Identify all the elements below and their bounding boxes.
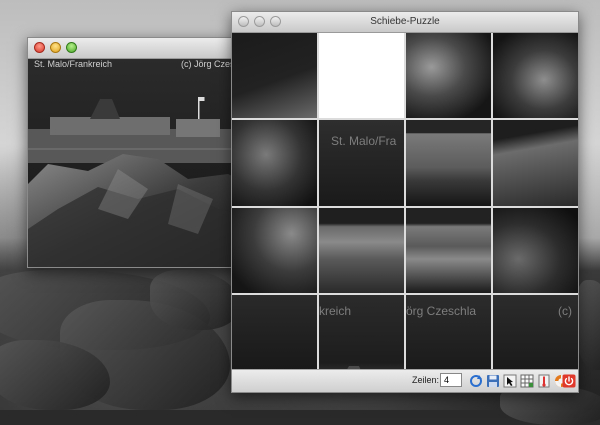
cursor-icon	[503, 374, 517, 387]
photo-caption-location: St. Malo/Frankreich	[34, 59, 113, 69]
tile-text: kreich	[319, 303, 352, 318]
puzzle-toolbar: Zeilen:	[232, 369, 578, 392]
save-icon	[487, 374, 499, 387]
save-button[interactable]	[485, 372, 501, 389]
select-tool-button[interactable]	[502, 372, 518, 389]
puzzle-tile[interactable]	[232, 33, 317, 119]
photo-window-titlebar[interactable]	[28, 38, 259, 59]
puzzle-tile[interactable]	[406, 207, 491, 293]
power-icon	[562, 374, 576, 387]
minimize-button[interactable]	[254, 16, 265, 27]
photo-image: St. Malo/Frankreich (c) Jörg Czeschla	[28, 59, 259, 267]
power-button[interactable]	[561, 372, 577, 389]
sliding-puzzle-window[interactable]: Schiebe-Puzzle St. Malo/Fra kreich örg C…	[231, 11, 579, 393]
puzzle-tile[interactable]	[493, 120, 578, 206]
zoom-button[interactable]	[270, 16, 281, 27]
puzzle-tile[interactable]: St. Malo/Fra	[319, 120, 404, 206]
puzzle-window-titlebar[interactable]: Schiebe-Puzzle	[232, 12, 578, 33]
shuffle-button[interactable]	[468, 372, 484, 389]
puzzle-tile[interactable]	[232, 207, 317, 293]
puzzle-tile[interactable]	[406, 33, 491, 119]
puzzle-tile[interactable]	[232, 294, 317, 380]
tile-text: (c)	[558, 303, 572, 318]
tile-text: St. Malo/Fra	[331, 134, 397, 149]
puzzle-tile[interactable]	[232, 120, 317, 206]
minimize-button[interactable]	[50, 42, 61, 53]
shuffle-icon	[470, 374, 482, 387]
close-button[interactable]	[34, 42, 45, 53]
puzzle-grid: St. Malo/Fra kreich örg Czeschla (c)	[232, 33, 578, 380]
puzzle-tile[interactable]	[319, 207, 404, 293]
grid-button[interactable]	[519, 372, 535, 389]
thermometer-icon	[538, 374, 550, 387]
puzzle-tile[interactable]	[493, 33, 578, 119]
puzzle-tile[interactable]	[406, 120, 491, 206]
puzzle-tile[interactable]: (c)	[493, 294, 578, 380]
close-button[interactable]	[238, 16, 249, 27]
photo-preview-window[interactable]: St. Malo/Frankreich (c) Jörg Czeschla	[27, 37, 260, 268]
rows-label: Zeilen:	[412, 375, 440, 385]
tile-text: örg Czeschla	[406, 303, 477, 318]
zoom-button[interactable]	[66, 42, 77, 53]
puzzle-tile[interactable]: örg Czeschla	[406, 294, 491, 380]
rows-input[interactable]	[440, 373, 462, 387]
puzzle-tile[interactable]: kreich	[319, 294, 404, 380]
puzzle-window-title: Schiebe-Puzzle	[370, 16, 440, 27]
grid-icon	[520, 374, 534, 387]
settings-button[interactable]	[536, 372, 552, 389]
empty-tile	[319, 33, 404, 119]
puzzle-tile[interactable]	[493, 207, 578, 293]
